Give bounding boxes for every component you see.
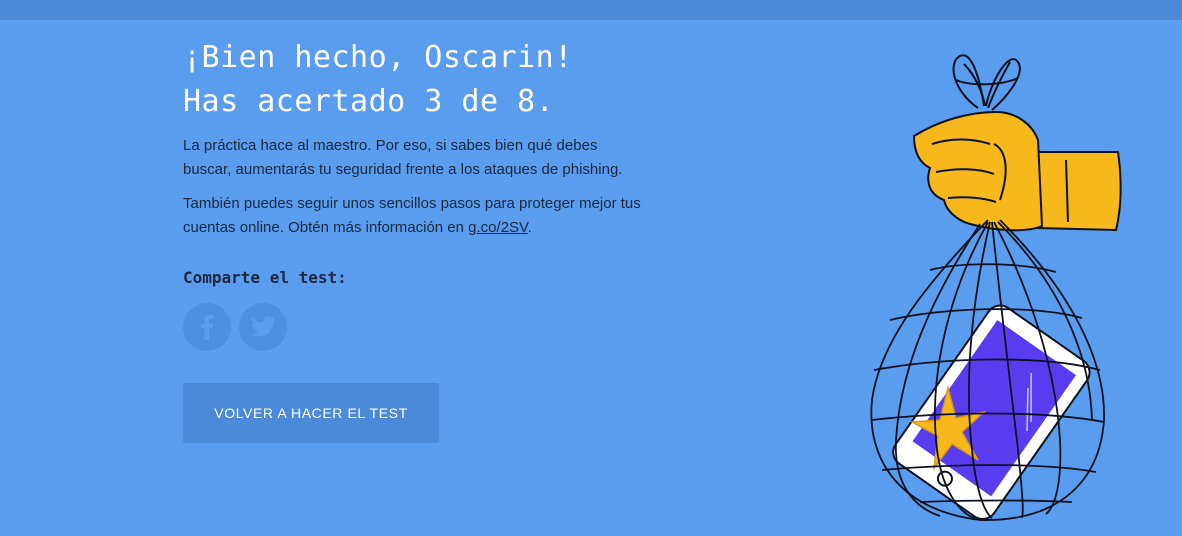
retake-test-button[interactable]: VOLVER A HACER EL TEST: [183, 383, 439, 443]
tips-text: También puedes seguir unos sencillos pas…: [183, 195, 641, 236]
facebook-icon: [200, 314, 214, 340]
twitter-share-button[interactable]: [239, 303, 287, 351]
hand-icon: [912, 110, 1122, 232]
result-panel: ¡Bien hecho, Oscarin! Has acertado 3 de …: [183, 36, 653, 443]
greeting-line: ¡Bien hecho, Oscarin!: [183, 40, 573, 75]
top-bar: [0, 0, 1182, 20]
result-heading: ¡Bien hecho, Oscarin! Has acertado 3 de …: [183, 36, 653, 124]
hand-holding-net-bag-illustration: [870, 54, 1122, 521]
net-bag: [870, 219, 1105, 521]
bag-knot: [952, 54, 1021, 111]
facebook-share-button[interactable]: [183, 303, 231, 351]
phone-icon: [892, 304, 1091, 521]
info-link[interactable]: g.co/2SV: [468, 219, 528, 236]
share-label: Comparte el test:: [183, 268, 347, 287]
tips-paragraph: También puedes seguir unos sencillos pas…: [183, 192, 643, 240]
practice-paragraph: La práctica hace al maestro. Por eso, si…: [183, 137, 623, 178]
twitter-icon: [250, 316, 276, 337]
share-buttons: [183, 303, 653, 351]
score-line: Has acertado 3 de 8.: [183, 84, 555, 119]
tips-end: .: [527, 219, 532, 236]
